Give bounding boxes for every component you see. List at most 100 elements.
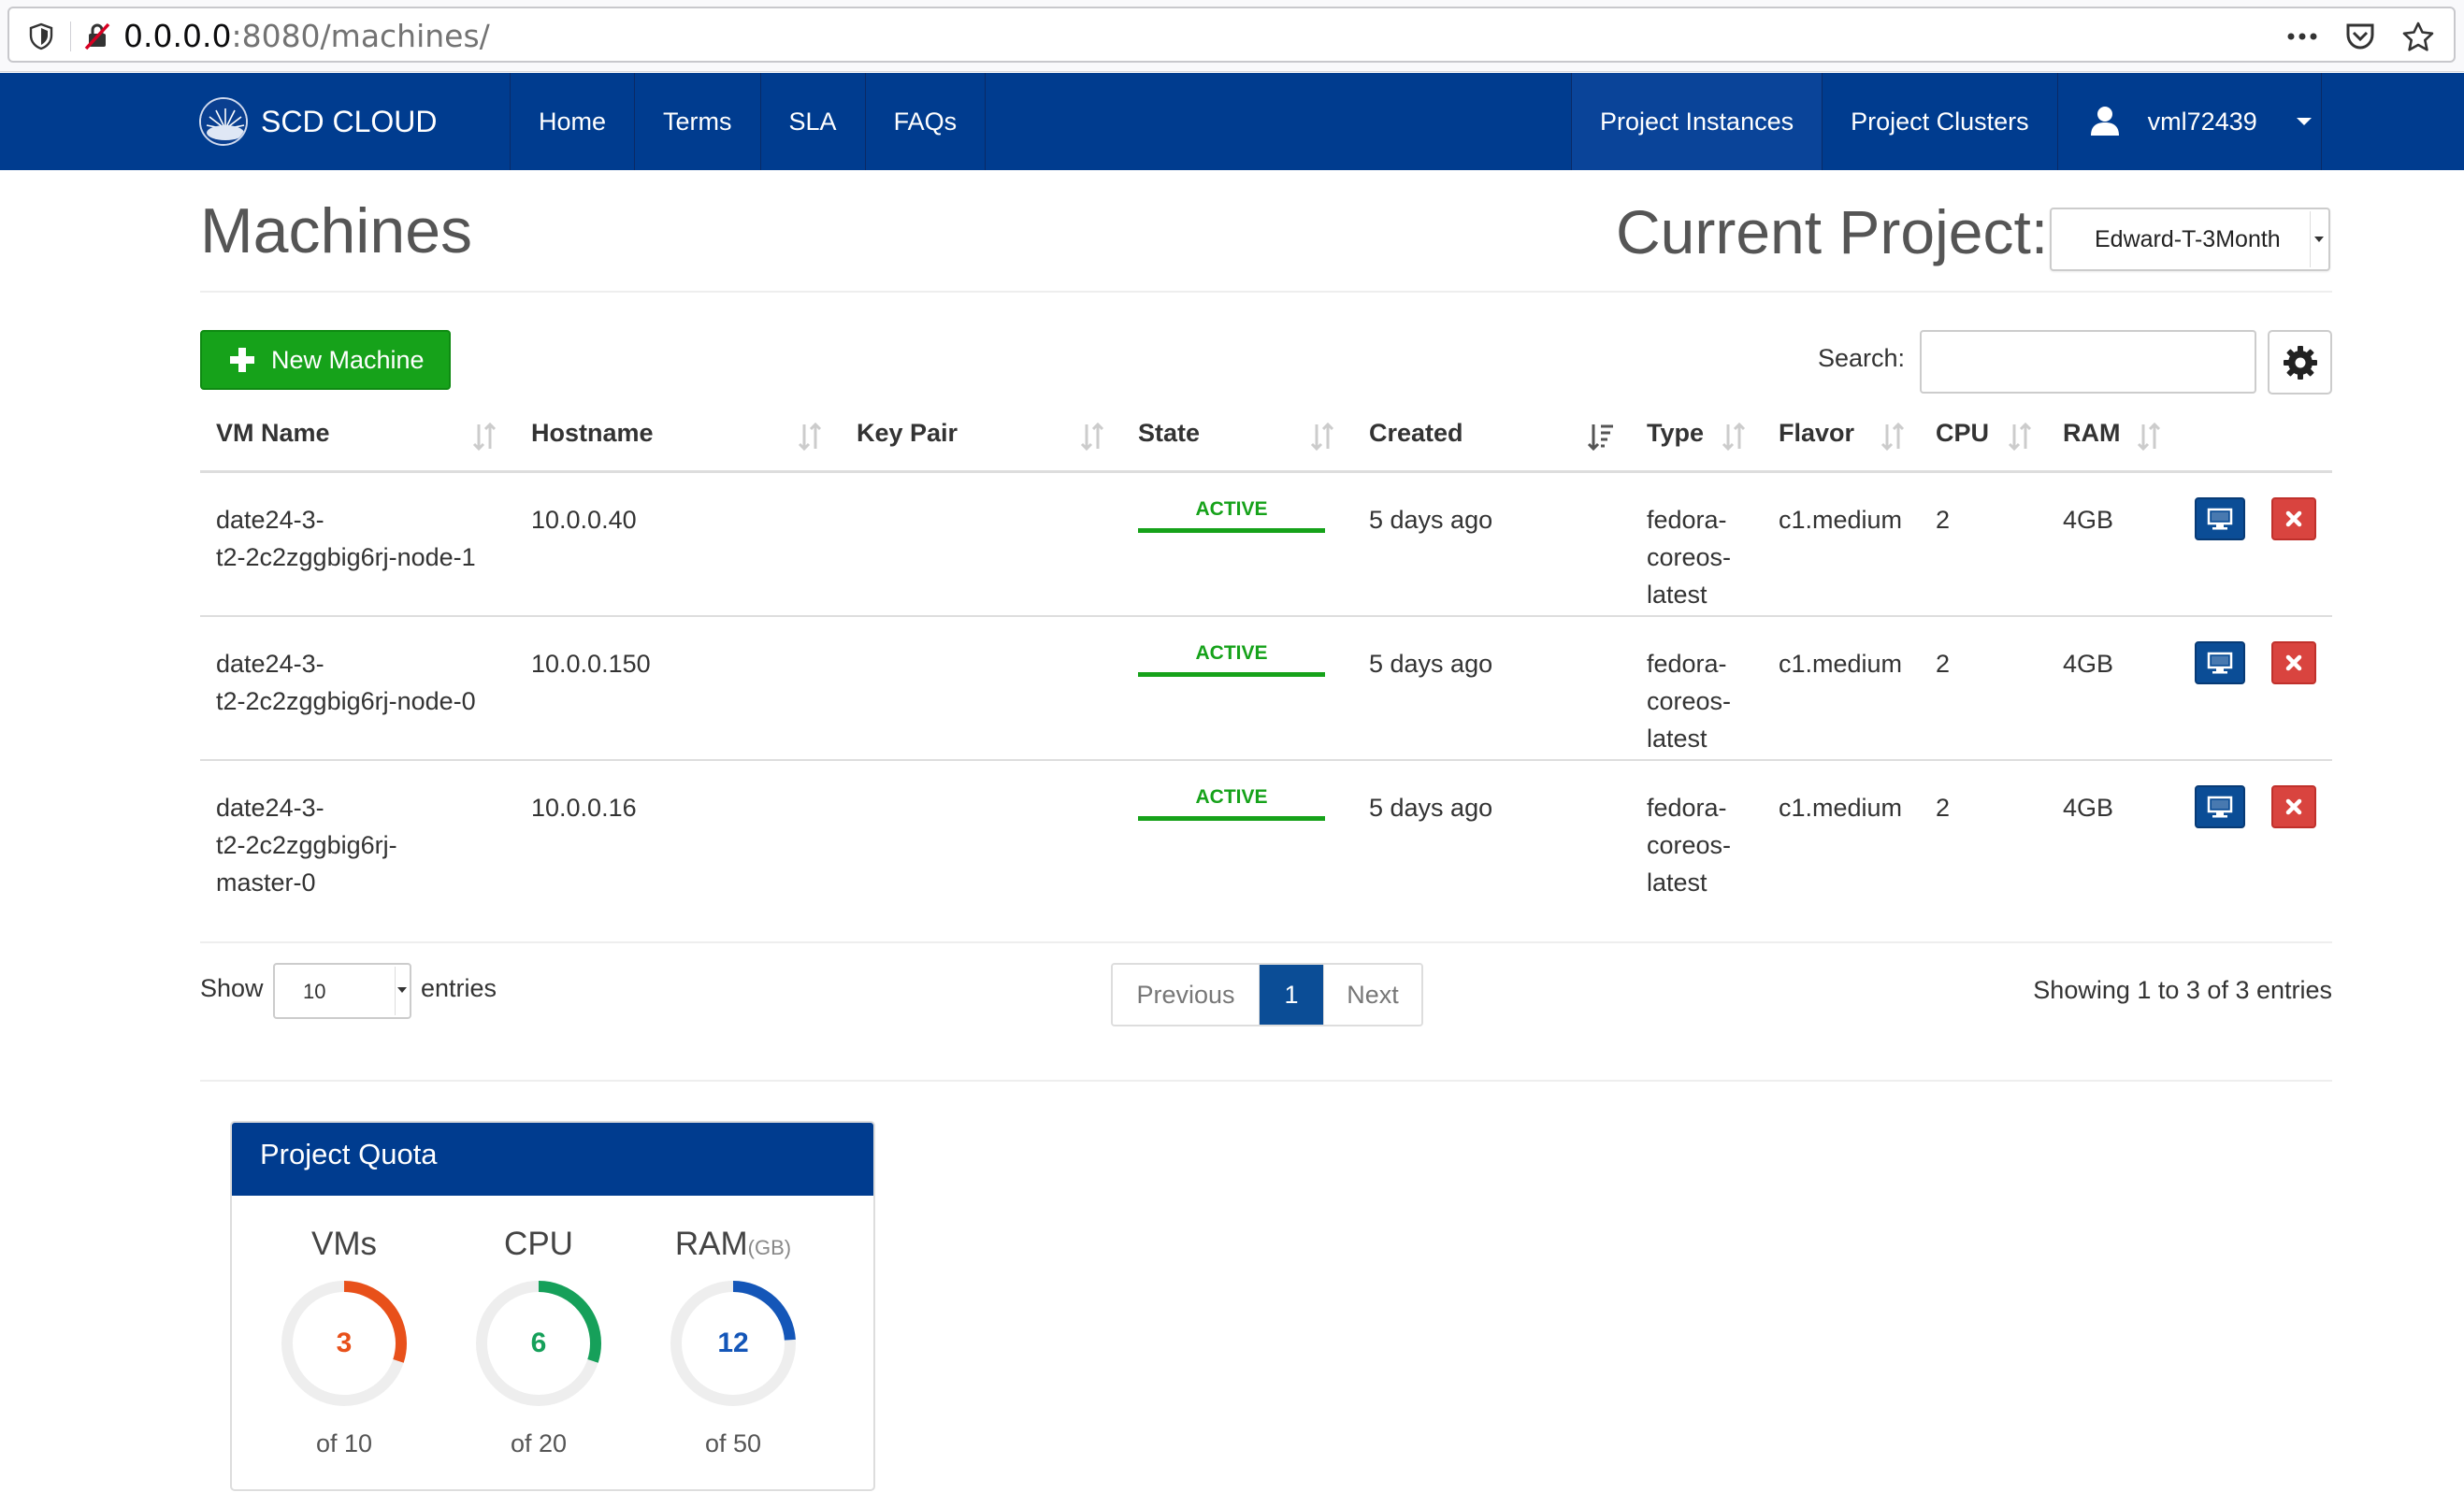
new-machine-button[interactable]: New Machine: [200, 330, 451, 390]
delete-button[interactable]: [2271, 641, 2316, 684]
quota-total: of 10: [315, 1429, 373, 1457]
type-line: fedora-: [1647, 506, 1727, 534]
cpu-cell: 2: [1936, 794, 1951, 822]
current-project-label: Current Project:: [1616, 197, 2049, 266]
delete-button[interactable]: [2271, 497, 2316, 540]
quota-gauge: 12: [668, 1278, 799, 1409]
table-header: VM Name Hostname Key Pair State Created …: [200, 408, 2332, 473]
quota-total: of 20: [510, 1429, 568, 1457]
delete-button[interactable]: [2271, 785, 2316, 828]
main-nav: Home Terms SLA FAQs: [510, 73, 987, 170]
column-header-key-pair[interactable]: Key Pair: [857, 419, 958, 448]
sort-icon[interactable]: [1721, 421, 1747, 452]
sort-descending-icon[interactable]: [1588, 421, 1614, 452]
machines-table: VM Name Hostname Key Pair State Created …: [200, 408, 2332, 920]
chevron-down-icon: [2310, 211, 2327, 267]
pagination: Previous 1 Next: [1111, 963, 1423, 1026]
flavor-cell: c1.medium: [1779, 794, 1903, 822]
project-nav: Project Instances Project Clusters vml72…: [1571, 73, 2322, 170]
brand-logo-icon: [199, 97, 248, 146]
project-quota-panel: Project Quota VMs 3 of 10 CPU 6 of 20 RA…: [230, 1121, 875, 1491]
panel-title: Project Quota: [232, 1123, 873, 1196]
previous-page-button[interactable]: Previous: [1113, 965, 1260, 1025]
column-header-state[interactable]: State: [1138, 419, 1200, 448]
nav-terms[interactable]: Terms: [634, 73, 760, 170]
created-cell: 5 days ago: [1369, 650, 1493, 678]
sort-icon[interactable]: [797, 421, 823, 452]
console-button[interactable]: [2195, 497, 2245, 540]
search-input[interactable]: [1920, 330, 2256, 394]
page-size-select[interactable]: 10: [273, 963, 411, 1019]
quota-cpu: CPU 6 of 20: [445, 1226, 632, 1458]
url-text[interactable]: 0.0.0.0:8080/machines/: [123, 20, 490, 53]
ram-cell: 4GB: [2063, 506, 2114, 534]
quota-total: of 50: [704, 1429, 762, 1457]
caret-down-icon: [2296, 118, 2312, 125]
quota-value: 12: [717, 1328, 749, 1358]
page-1-button[interactable]: 1: [1260, 965, 1323, 1025]
brand-link[interactable]: SCD CLOUD: [199, 90, 437, 153]
table-row: date24-3- t2-2c2zggbig6rj- master-0 10.0…: [200, 761, 2332, 920]
nav-project-instances[interactable]: Project Instances: [1571, 73, 1823, 170]
vm-name-cell: date24-3- t2-2c2zggbig6rj-node-0: [216, 645, 476, 720]
vm-name-line: master-0: [216, 868, 316, 897]
settings-button[interactable]: [2268, 330, 2332, 395]
url-path: :8080/machines/: [231, 18, 490, 54]
type-line: fedora-: [1647, 794, 1727, 822]
created-cell: 5 days ago: [1369, 506, 1493, 534]
column-header-type[interactable]: Type: [1647, 419, 1704, 448]
quota-label: CPU: [445, 1226, 632, 1263]
column-header-created[interactable]: Created: [1369, 419, 1463, 448]
nav-home[interactable]: Home: [510, 73, 634, 170]
sort-icon[interactable]: [2136, 421, 2162, 452]
url-host: 0.0.0.0: [123, 18, 232, 54]
more-icon[interactable]: [2285, 20, 2319, 53]
sort-icon[interactable]: [1079, 421, 1105, 452]
column-header-ram[interactable]: RAM: [2063, 419, 2121, 448]
cpu-cell: 2: [1936, 650, 1951, 678]
shield-icon[interactable]: [28, 22, 54, 50]
quota-label-text: RAM: [674, 1226, 748, 1262]
vm-name-cell: date24-3- t2-2c2zggbig6rj-node-1: [216, 501, 476, 576]
project-select-value: Edward-T-3Month: [2095, 226, 2281, 252]
type-line: fedora-: [1647, 650, 1727, 678]
divider: [200, 1080, 2332, 1082]
insecure-lock-icon[interactable]: [82, 22, 112, 51]
url-bar[interactable]: 0.0.0.0:8080/machines/: [7, 7, 2456, 63]
console-button[interactable]: [2195, 785, 2245, 828]
project-select[interactable]: Edward-T-3Month: [2050, 208, 2330, 271]
sort-icon[interactable]: [471, 421, 497, 452]
sort-icon[interactable]: [1880, 421, 1906, 452]
cpu-cell: 2: [1936, 506, 1951, 534]
next-page-button[interactable]: Next: [1323, 965, 1421, 1025]
show-label: Show: [200, 974, 264, 1002]
brand-name: SCD CLOUD: [261, 104, 438, 138]
quota-gauge: 6: [473, 1278, 604, 1409]
username: vml72439: [2147, 107, 2257, 136]
column-header-vm-name[interactable]: VM Name: [216, 419, 330, 448]
vm-name-line: t2-2c2zggbig6rj-node-0: [216, 687, 476, 715]
console-button[interactable]: [2195, 641, 2245, 684]
created-cell: 5 days ago: [1369, 794, 1493, 822]
entries-label: entries: [421, 974, 497, 1002]
hostname-cell: 10.0.0.40: [531, 506, 637, 534]
vm-name-line: date24-3-: [216, 506, 324, 534]
table-info: Showing 1 to 3 of 3 entries: [2033, 976, 2332, 1004]
column-header-hostname[interactable]: Hostname: [531, 419, 654, 448]
quota-unit: (GB): [747, 1236, 792, 1259]
type-cell: fedora- coreos- latest: [1647, 645, 1731, 757]
bookmark-star-icon[interactable]: [2401, 20, 2435, 53]
nav-sla[interactable]: SLA: [759, 73, 865, 170]
sort-icon[interactable]: [2007, 421, 2033, 452]
type-line: coreos-: [1647, 831, 1732, 859]
close-icon: [2285, 798, 2302, 815]
user-menu[interactable]: vml72439: [2056, 73, 2322, 170]
nav-faqs[interactable]: FAQs: [864, 73, 987, 170]
new-machine-label: New Machine: [271, 345, 425, 374]
nav-project-clusters[interactable]: Project Clusters: [1822, 73, 2057, 170]
column-header-flavor[interactable]: Flavor: [1779, 419, 1854, 448]
pocket-icon[interactable]: [2343, 20, 2377, 53]
sort-icon[interactable]: [1309, 421, 1335, 452]
hostname-cell: 10.0.0.16: [531, 794, 637, 822]
column-header-cpu[interactable]: CPU: [1936, 419, 1989, 448]
